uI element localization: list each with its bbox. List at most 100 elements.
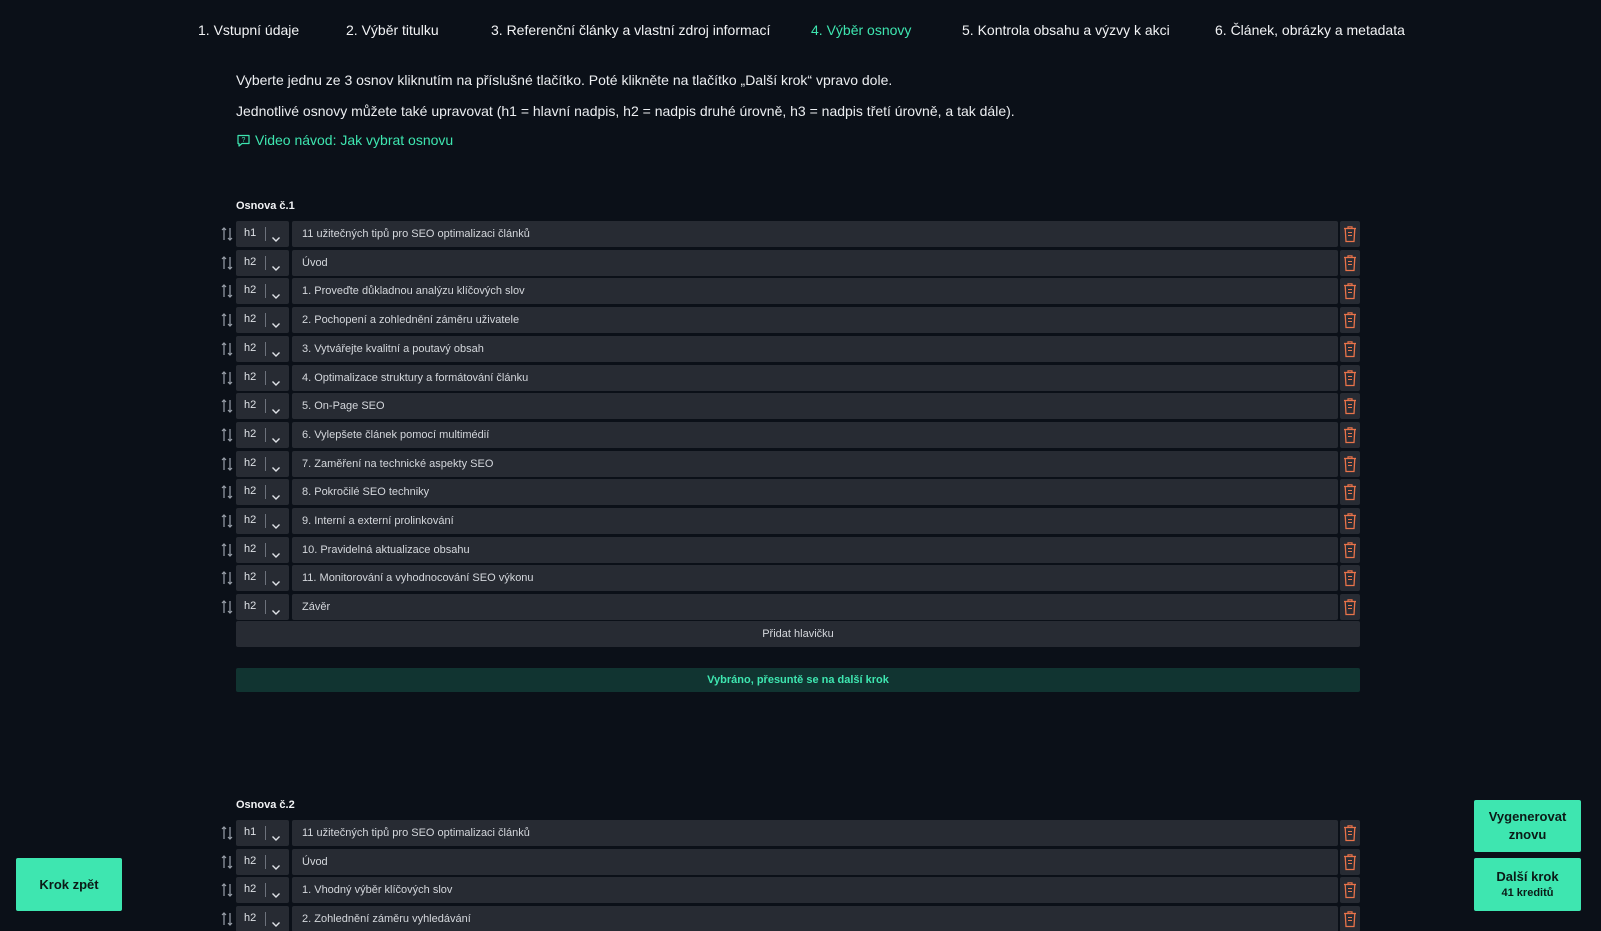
regenerate-button[interactable]: Vygenerovat znovu	[1474, 800, 1581, 852]
back-button[interactable]: Krok zpět	[16, 858, 122, 911]
instruction-line-1: Vyberte jednu ze 3 osnov kliknutím na př…	[236, 72, 893, 88]
delete-heading-button[interactable]	[1340, 479, 1360, 505]
heading-level-value: h2	[244, 543, 257, 555]
heading-level-select[interactable]: h2	[236, 565, 289, 591]
delete-heading-button[interactable]	[1340, 508, 1360, 534]
video-guide-link[interactable]: ? Video návod: Jak vybrat osnovu	[236, 132, 453, 148]
heading-level-select[interactable]: h2	[236, 250, 289, 276]
drag-handle-icon[interactable]	[221, 255, 233, 271]
add-heading-button[interactable]: Přidat hlavičku	[236, 621, 1360, 647]
delete-heading-button[interactable]	[1340, 451, 1360, 477]
chevron-down-icon	[271, 488, 281, 506]
selected-outline-button[interactable]: Vybráno, přesuntě se na další krok	[236, 668, 1360, 692]
next-step-button[interactable]: Další krok 41 kreditů	[1474, 858, 1581, 911]
drag-handle-icon[interactable]	[221, 599, 233, 615]
heading-level-select[interactable]: h2	[236, 849, 289, 875]
heading-text-input[interactable]	[292, 307, 1338, 333]
drag-handle-icon[interactable]	[221, 398, 233, 414]
heading-text-input[interactable]	[292, 336, 1338, 362]
heading-text-input[interactable]	[292, 906, 1338, 931]
heading-text-input[interactable]	[292, 365, 1338, 391]
heading-text-input[interactable]	[292, 508, 1338, 534]
heading-text-input[interactable]	[292, 565, 1338, 591]
delete-heading-button[interactable]	[1340, 336, 1360, 362]
chevron-down-icon	[271, 402, 281, 420]
outline-title: Osnova č.1	[236, 200, 295, 212]
heading-level-value: h2	[244, 485, 257, 497]
heading-level-value: h2	[244, 399, 257, 411]
drag-handle-icon[interactable]	[221, 882, 233, 898]
delete-heading-button[interactable]	[1340, 906, 1360, 931]
outline-row: h2	[0, 250, 1601, 276]
outline-row: h2	[0, 849, 1601, 875]
delete-heading-button[interactable]	[1340, 365, 1360, 391]
delete-heading-button[interactable]	[1340, 565, 1360, 591]
heading-text-input[interactable]	[292, 221, 1338, 247]
heading-level-select[interactable]: h1	[236, 221, 289, 247]
delete-heading-button[interactable]	[1340, 594, 1360, 620]
heading-level-value: h2	[244, 571, 257, 583]
heading-text-input[interactable]	[292, 849, 1338, 875]
heading-level-select[interactable]: h2	[236, 422, 289, 448]
heading-level-select[interactable]: h2	[236, 336, 289, 362]
heading-level-select[interactable]: h2	[236, 906, 289, 931]
heading-text-input[interactable]	[292, 393, 1338, 419]
drag-handle-icon[interactable]	[221, 370, 233, 386]
delete-heading-button[interactable]	[1340, 278, 1360, 304]
delete-heading-button[interactable]	[1340, 877, 1360, 903]
help-chat-icon: ?	[236, 133, 251, 148]
select-divider	[265, 342, 266, 356]
heading-level-select[interactable]: h2	[236, 594, 289, 620]
delete-heading-button[interactable]	[1340, 422, 1360, 448]
step-4[interactable]: 4. Výběr osnovy	[811, 22, 911, 38]
heading-text-input[interactable]	[292, 537, 1338, 563]
drag-handle-icon[interactable]	[221, 484, 233, 500]
heading-level-select[interactable]: h2	[236, 877, 289, 903]
heading-level-select[interactable]: h2	[236, 537, 289, 563]
heading-level-select[interactable]: h2	[236, 508, 289, 534]
heading-level-select[interactable]: h2	[236, 479, 289, 505]
drag-handle-icon[interactable]	[221, 542, 233, 558]
heading-level-select[interactable]: h2	[236, 278, 289, 304]
drag-handle-icon[interactable]	[221, 427, 233, 443]
heading-level-select[interactable]: h2	[236, 365, 289, 391]
step-3[interactable]: 3. Referenční články a vlastní zdroj inf…	[491, 22, 770, 38]
heading-text-input[interactable]	[292, 820, 1338, 846]
heading-text-input[interactable]	[292, 278, 1338, 304]
step-5[interactable]: 5. Kontrola obsahu a výzvy k akci	[962, 22, 1170, 38]
drag-handle-icon[interactable]	[221, 570, 233, 586]
drag-handle-icon[interactable]	[221, 226, 233, 242]
step-2[interactable]: 2. Výběr titulku	[346, 22, 439, 38]
drag-handle-icon[interactable]	[221, 312, 233, 328]
drag-handle-icon[interactable]	[221, 825, 233, 841]
drag-handle-icon[interactable]	[221, 341, 233, 357]
heading-text-input[interactable]	[292, 250, 1338, 276]
heading-level-value: h2	[244, 342, 257, 354]
heading-text-input[interactable]	[292, 422, 1338, 448]
drag-handle-icon[interactable]	[221, 456, 233, 472]
heading-text-input[interactable]	[292, 451, 1338, 477]
heading-level-select[interactable]: h2	[236, 451, 289, 477]
delete-heading-button[interactable]	[1340, 820, 1360, 846]
drag-handle-icon[interactable]	[221, 911, 233, 927]
heading-text-input[interactable]	[292, 594, 1338, 620]
outline-row: h2	[0, 877, 1601, 903]
delete-heading-button[interactable]	[1340, 849, 1360, 875]
step-6[interactable]: 6. Článek, obrázky a metadata	[1215, 22, 1405, 38]
delete-heading-button[interactable]	[1340, 307, 1360, 333]
delete-heading-button[interactable]	[1340, 250, 1360, 276]
delete-heading-button[interactable]	[1340, 221, 1360, 247]
drag-handle-icon[interactable]	[221, 854, 233, 870]
drag-handle-icon[interactable]	[221, 283, 233, 299]
heading-text-input[interactable]	[292, 877, 1338, 903]
outline-row: h1	[0, 820, 1601, 846]
step-1[interactable]: 1. Vstupní údaje	[198, 22, 299, 38]
delete-heading-button[interactable]	[1340, 537, 1360, 563]
delete-heading-button[interactable]	[1340, 393, 1360, 419]
heading-level-select[interactable]: h1	[236, 820, 289, 846]
heading-text-input[interactable]	[292, 479, 1338, 505]
heading-level-select[interactable]: h2	[236, 307, 289, 333]
heading-level-select[interactable]: h2	[236, 393, 289, 419]
credits-label: 41 kreditů	[1501, 887, 1554, 899]
drag-handle-icon[interactable]	[221, 513, 233, 529]
